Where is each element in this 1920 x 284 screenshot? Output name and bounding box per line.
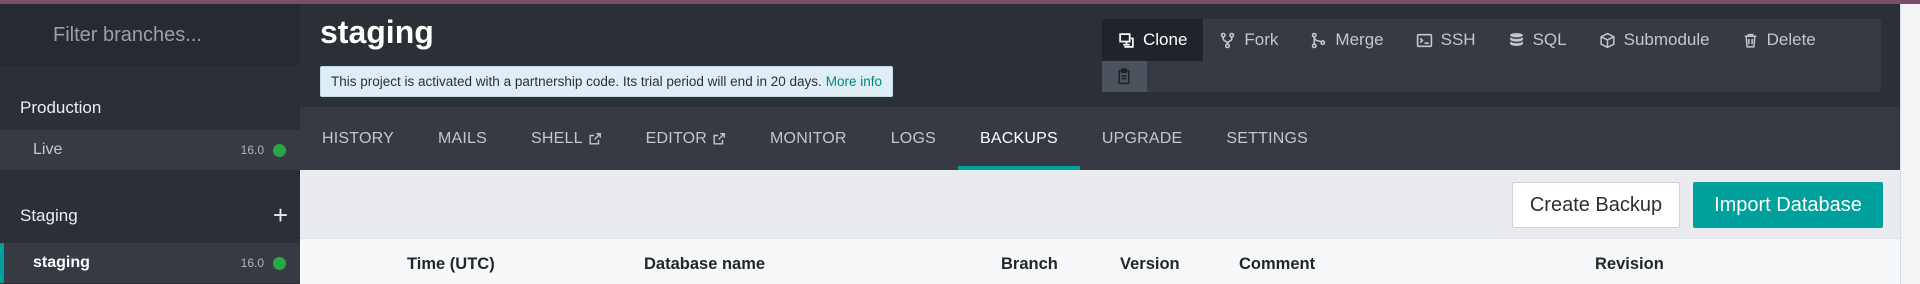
merge-icon <box>1312 32 1326 48</box>
column-header: Version <box>1120 255 1180 273</box>
terminal-icon <box>1416 33 1432 47</box>
create-backup-button[interactable]: Create Backup <box>1512 182 1680 228</box>
tab-monitor[interactable]: MONITOR <box>748 107 869 170</box>
cube-icon <box>1599 32 1615 48</box>
clone-icon <box>1119 32 1134 48</box>
sql-button[interactable]: SQL <box>1492 19 1583 61</box>
delete-label: Delete <box>1766 30 1816 49</box>
tab-history[interactable]: HISTORY <box>300 107 416 170</box>
branch-version: 16.0 <box>240 143 264 157</box>
partnership-notice: This project is activated with a partner… <box>320 66 894 97</box>
column-header: Time (UTC) <box>407 255 495 273</box>
trash-icon <box>1744 33 1756 48</box>
tab-backups[interactable]: BACKUPS <box>957 107 1080 170</box>
delete-button[interactable]: Delete <box>1726 19 1832 61</box>
tab-label: BACKUPS <box>979 129 1058 147</box>
fork-label: Fork <box>1244 30 1279 49</box>
backups-table-header: Time (UTC) Database name Branch Version … <box>300 238 1900 284</box>
branch-tabs: HISTORY MAILS SHELL EDITOR MONITOR LOGS … <box>300 107 1900 170</box>
copy-button[interactable] <box>1102 61 1147 92</box>
tab-label: LOGS <box>890 129 936 147</box>
column-header: Comment <box>1239 255 1316 273</box>
sql-label: SQL <box>1532 30 1567 49</box>
tab-upgrade[interactable]: UPGRADE <box>1080 107 1205 170</box>
status-dot-icon <box>273 256 286 270</box>
tab-label: SETTINGS <box>1226 129 1308 147</box>
import-database-button[interactable]: Import Database <box>1693 182 1883 228</box>
tab-label: UPGRADE <box>1101 129 1183 147</box>
merge-label: Merge <box>1335 30 1384 49</box>
notice-text: This project is activated with a partner… <box>331 74 822 89</box>
submodule-button[interactable]: Submodule <box>1583 19 1726 61</box>
plus-icon[interactable]: + <box>273 202 288 228</box>
tab-label: MAILS <box>437 129 487 147</box>
tab-mails[interactable]: MAILS <box>416 107 509 170</box>
fork-button[interactable]: Fork <box>1203 19 1294 61</box>
ssh-label: SSH <box>1440 30 1476 49</box>
branch-item-staging[interactable]: staging 16.0 <box>0 243 300 283</box>
tab-label: SHELL <box>530 129 583 147</box>
section-title-staging: Staging <box>20 206 78 225</box>
clone-button[interactable]: Clone <box>1102 19 1204 61</box>
column-header: Revision <box>1595 255 1664 273</box>
backups-panel: Create Backup Import Database Time (UTC)… <box>300 170 1900 284</box>
branch-name: Live <box>33 141 63 158</box>
page-title: staging <box>320 14 434 50</box>
tab-label: HISTORY <box>322 129 394 147</box>
branch-version: 16.0 <box>240 256 264 270</box>
external-link-icon <box>713 132 725 145</box>
status-dot-icon <box>273 143 286 157</box>
submodule-label: Submodule <box>1623 30 1710 49</box>
merge-button[interactable]: Merge <box>1294 19 1399 61</box>
clone-label: Clone <box>1143 30 1188 49</box>
tab-logs[interactable]: LOGS <box>869 107 958 170</box>
branch-sidebar: Filter branches... Production Live 16.0 … <box>0 4 300 284</box>
external-link-icon <box>589 132 601 145</box>
section-title-production: Production <box>20 98 102 117</box>
tab-label: EDITOR <box>645 129 708 147</box>
clipboard-icon <box>1118 68 1130 85</box>
tab-label: MONITOR <box>770 129 847 147</box>
database-icon <box>1509 32 1523 46</box>
tab-shell[interactable]: SHELL <box>509 107 624 170</box>
column-header: Branch <box>1001 255 1058 273</box>
more-info-link[interactable]: More info <box>826 74 882 89</box>
branch-item-live[interactable]: Live 16.0 <box>0 130 300 170</box>
tab-editor[interactable]: EDITOR <box>624 107 748 170</box>
column-header: Database name <box>644 255 766 273</box>
tab-settings[interactable]: SETTINGS <box>1204 107 1330 170</box>
branch-action-bar: Clone Fork Merge SSH SQL Submodule Delet… <box>1102 19 1881 92</box>
branch-name: staging <box>33 254 90 271</box>
ssh-button[interactable]: SSH <box>1400 19 1492 61</box>
filter-branches-input[interactable]: Filter branches... <box>0 4 300 66</box>
page-scrollbar[interactable] <box>1900 4 1920 284</box>
fork-icon <box>1221 32 1235 48</box>
branch-header: staging This project is activated with a… <box>300 4 1900 107</box>
